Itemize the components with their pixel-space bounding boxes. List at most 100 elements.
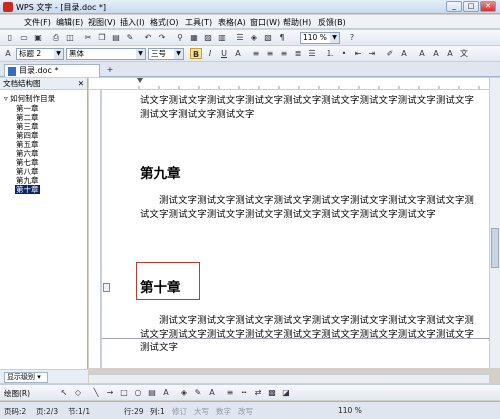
status-caps[interactable]: 大写 [194, 406, 209, 417]
paste-icon[interactable]: ▤ [110, 32, 122, 43]
minimize-button[interactable]: _ [446, 1, 462, 12]
text-color-icon[interactable]: A [398, 48, 410, 59]
horizontal-scrollbar[interactable] [89, 374, 489, 383]
vertical-ruler[interactable] [89, 90, 101, 368]
styles-icon[interactable]: A [2, 48, 14, 59]
document-page[interactable]: 试文字测试文字测试文字测试文字测试文字测试文字测试文字测试文字测试文字测试文字测… [102, 90, 489, 368]
wordart-icon[interactable]: A [160, 387, 172, 398]
nav-item-root[interactable]: ▿ 如何制作目录 [4, 94, 55, 103]
line-style-icon[interactable]: ≡ [224, 387, 236, 398]
arrow-icon[interactable]: → [104, 387, 116, 398]
status-track-changes[interactable]: 修订 [172, 406, 187, 417]
grow-font-icon[interactable]: A [416, 48, 428, 59]
3d-icon[interactable]: ◪ [280, 387, 292, 398]
autoshapes-icon[interactable]: ◇ [72, 387, 84, 398]
show-level-dropdown[interactable]: 显示级别 ▾ [4, 372, 48, 383]
show-marks-icon[interactable]: ¶ [276, 32, 288, 43]
undo-icon[interactable]: ↶ [142, 32, 154, 43]
menu-table[interactable]: 表格(A) [218, 17, 246, 28]
menu-insert[interactable]: 插入(I) [120, 17, 145, 28]
cut-icon[interactable]: ✂ [82, 32, 94, 43]
drawing-icon[interactable]: ◈ [248, 32, 260, 43]
help-icon[interactable]: ? [346, 32, 358, 43]
phonetic-icon[interactable]: 文 [458, 48, 470, 59]
document-tab[interactable]: 目录.doc * [4, 64, 100, 77]
textbox-icon[interactable]: ▤ [146, 387, 158, 398]
nav-item-ch1[interactable]: 第一章 [16, 104, 39, 113]
char-border-icon[interactable]: A [444, 48, 456, 59]
underline-icon[interactable]: U [218, 48, 230, 59]
zoom-combo[interactable]: 110 % ▼ [300, 32, 340, 44]
shadow-icon[interactable]: ▩ [266, 387, 278, 398]
nav-item-ch9[interactable]: 第九章 [16, 176, 39, 185]
nav-item-ch2[interactable]: 第二章 [16, 113, 39, 122]
numbering-icon[interactable]: ⒈ [324, 48, 336, 59]
status-zoom[interactable]: 110 % [338, 406, 362, 415]
highlight-icon[interactable]: ✐ [384, 48, 396, 59]
menu-window[interactable]: 窗口(W) [250, 17, 280, 28]
vertical-scroll-thumb[interactable] [491, 228, 499, 268]
status-overwrite[interactable]: 改写 [238, 406, 253, 417]
hyperlink-icon[interactable]: ⚲ [174, 32, 186, 43]
align-left-icon[interactable]: ≡ [250, 48, 262, 59]
select-arrow-icon[interactable]: ↖ [58, 387, 70, 398]
justify-icon[interactable]: ≣ [292, 48, 304, 59]
picture-icon[interactable]: ▨ [202, 32, 214, 43]
menu-view[interactable]: 视图(V) [88, 17, 116, 28]
doc-map-icon[interactable]: ▧ [262, 32, 274, 43]
font-size-combo[interactable]: 三号 ▼ [148, 48, 184, 60]
table-icon[interactable]: ▦ [188, 32, 200, 43]
nav-item-ch6[interactable]: 第六章 [16, 149, 39, 158]
preview-icon[interactable]: ◫ [64, 32, 76, 43]
close-button[interactable]: ✕ [480, 1, 496, 12]
maximize-button[interactable]: □ [463, 1, 479, 12]
arrow-style-icon[interactable]: ⇄ [252, 387, 264, 398]
close-pane-icon[interactable]: ✕ [78, 78, 84, 89]
bullets-icon[interactable]: • [338, 48, 350, 59]
menu-format[interactable]: 格式(O) [150, 17, 179, 28]
nav-item-ch3[interactable]: 第三章 [16, 122, 39, 131]
format-painter-icon[interactable]: ✎ [124, 32, 136, 43]
menu-edit[interactable]: 编辑(E) [56, 17, 83, 28]
status-num[interactable]: 数字 [216, 406, 231, 417]
fill-color-icon[interactable]: ◈ [178, 387, 190, 398]
vertical-scrollbar[interactable] [489, 78, 500, 368]
decrease-indent-icon[interactable]: ⇤ [352, 48, 364, 59]
nav-item-ch8[interactable]: 第八章 [16, 167, 39, 176]
nav-item-ch4[interactable]: 第四章 [16, 131, 39, 140]
columns-icon[interactable]: ☰ [234, 32, 246, 43]
menu-file[interactable]: 文件(F) [24, 17, 51, 28]
italic-icon[interactable]: I [204, 48, 216, 59]
open-icon[interactable]: ▭ [18, 32, 30, 43]
new-doc-icon[interactable]: ▯ [4, 32, 16, 43]
style-combo[interactable]: 标题 2 ▼ [16, 48, 64, 60]
rectangle-icon[interactable]: □ [118, 387, 130, 398]
save-icon[interactable]: ▣ [32, 32, 44, 43]
redo-icon[interactable]: ↷ [156, 32, 168, 43]
font-combo[interactable]: 黑体 ▼ [66, 48, 146, 60]
shrink-font-icon[interactable]: A [430, 48, 442, 59]
new-tab-icon[interactable]: + [104, 64, 116, 75]
align-right-icon[interactable]: ≡ [278, 48, 290, 59]
bold-icon[interactable]: B [190, 48, 202, 59]
nav-item-ch7[interactable]: 第七章 [16, 158, 39, 167]
align-center-icon[interactable]: ≡ [264, 48, 276, 59]
nav-item-ch10-selected[interactable]: 第十章 [15, 185, 40, 194]
dash-style-icon[interactable]: ┅ [238, 387, 250, 398]
font-color-icon[interactable]: A [232, 48, 244, 59]
increase-indent-icon[interactable]: ⇥ [366, 48, 378, 59]
print-icon[interactable]: ⎙ [50, 32, 62, 43]
copy-icon[interactable]: ❐ [96, 32, 108, 43]
horizontal-ruler[interactable] [89, 78, 489, 90]
chart-icon[interactable]: ▥ [216, 32, 228, 43]
nav-item-ch5[interactable]: 第五章 [16, 140, 39, 149]
line-color-icon[interactable]: ✎ [192, 387, 204, 398]
distribute-icon[interactable]: ☰ [306, 48, 318, 59]
menu-tools[interactable]: 工具(T) [185, 17, 212, 28]
oval-icon[interactable]: ○ [132, 387, 144, 398]
line-icon[interactable]: ╲ [90, 387, 102, 398]
menu-help[interactable]: 帮助(H) [283, 17, 311, 28]
drawing-menu-button[interactable]: 绘图(R) [4, 388, 30, 399]
menu-feedback[interactable]: 反馈(B) [318, 17, 346, 28]
font-color-draw-icon[interactable]: A [206, 387, 218, 398]
